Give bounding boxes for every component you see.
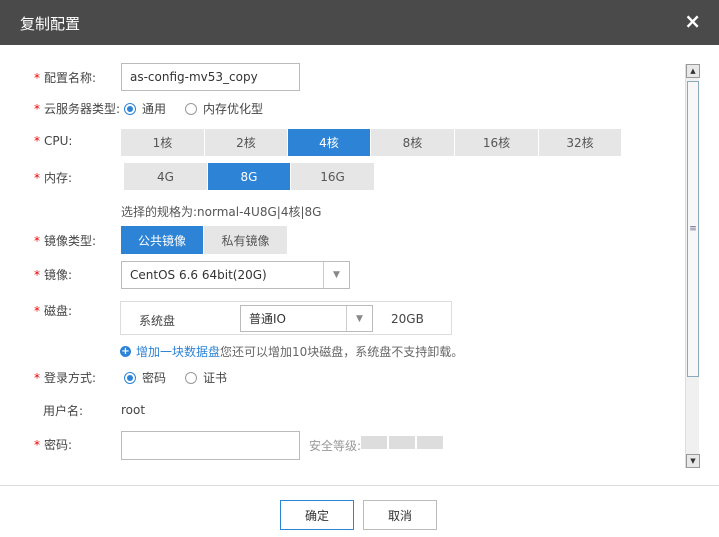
server-type-general-radio[interactable]: 通用	[124, 100, 166, 117]
image-select-value: CentOS 6.6 64bit(20G)	[130, 268, 267, 282]
disk-label: * 磁盘:	[34, 304, 73, 318]
login-password-radio[interactable]: 密码	[124, 369, 166, 386]
login-certificate-radio[interactable]: 证书	[185, 369, 227, 386]
password-input[interactable]	[121, 431, 300, 460]
cpu-option-32[interactable]: 32核	[539, 129, 621, 156]
spec-hint: 选择的规格为:normal-4U8G|4核|8G	[121, 205, 322, 219]
cpu-label: * CPU:	[34, 134, 73, 148]
radio-unselected-icon	[185, 102, 197, 115]
memory-label: * 内存:	[34, 171, 73, 185]
dialog-titlebar: 复制配置 ×	[0, 0, 719, 45]
cpu-option-8[interactable]: 8核	[371, 129, 455, 156]
system-disk-label: 系统盘	[139, 314, 176, 328]
radio-selected-icon	[124, 102, 136, 115]
image-label: * 镜像:	[34, 268, 73, 282]
scrollbar-thumb[interactable]: ≡	[687, 81, 699, 377]
close-icon[interactable]: ×	[684, 10, 701, 32]
plus-circle-icon[interactable]: +	[120, 346, 131, 357]
password-strength-label: 安全等级:	[309, 439, 362, 453]
username-label: 用户名:	[43, 404, 84, 418]
radio-unselected-icon	[185, 371, 197, 384]
system-disk-row: 系统盘 普通IO ▼ 20GB	[120, 301, 452, 335]
chevron-down-icon: ▼	[323, 262, 349, 288]
strength-bar	[361, 436, 387, 449]
cancel-button[interactable]: 取消	[363, 500, 437, 530]
disk-size: 20GB	[391, 312, 424, 326]
dialog-footer: 确定 取消	[0, 485, 719, 537]
cpu-option-2[interactable]: 2核	[205, 129, 288, 156]
login-method-label: * 登录方式:	[34, 371, 97, 385]
add-data-disk-hint: 您还可以增加10块磁盘，系统盘不支持卸载。	[220, 345, 464, 359]
chevron-down-icon: ▼	[346, 306, 372, 331]
dialog-title: 复制配置	[20, 15, 81, 33]
image-type-public[interactable]: 公共镜像	[121, 226, 204, 254]
scroll-down-icon[interactable]: ▼	[686, 454, 700, 468]
password-label: * 密码:	[34, 438, 73, 452]
image-select[interactable]: CentOS 6.6 64bit(20G) ▼	[121, 261, 350, 289]
image-type-label: * 镜像类型:	[34, 234, 97, 248]
disk-type-select[interactable]: 普通IO ▼	[240, 305, 373, 332]
cpu-option-4[interactable]: 4核	[288, 129, 371, 156]
dialog-content: *配置名称: *云服务器类型: 通用 内存优化型 *CPU: 1核 2核 4核 …	[0, 45, 719, 485]
memory-option-16g[interactable]: 16G	[291, 163, 374, 190]
disk-type-value: 普通IO	[249, 312, 286, 326]
scroll-up-icon[interactable]: ▲	[686, 64, 700, 78]
username-value: root	[121, 403, 146, 417]
memory-selector: 4G 8G 16G	[124, 163, 374, 190]
config-name-input[interactable]	[121, 63, 300, 91]
add-data-disk-link[interactable]: 增加一块数据盘	[136, 343, 220, 360]
strength-bar	[389, 436, 415, 449]
server-type-memory-radio[interactable]: 内存优化型	[185, 100, 263, 117]
password-strength-meter	[361, 436, 445, 449]
memory-option-8g[interactable]: 8G	[208, 163, 291, 190]
add-data-disk: + 增加一块数据盘 您还可以增加10块磁盘，系统盘不支持卸载。	[120, 343, 463, 360]
radio-selected-icon	[124, 371, 136, 384]
server-type-label: * 云服务器类型:	[34, 102, 121, 116]
cpu-selector: 1核 2核 4核 8核 16核 32核	[121, 129, 621, 156]
cpu-option-1[interactable]: 1核	[121, 129, 205, 156]
cpu-option-16[interactable]: 16核	[455, 129, 539, 156]
content-scrollbar[interactable]: ▲ ≡ ▼	[685, 64, 700, 468]
config-name-label: * 配置名称:	[34, 71, 97, 85]
image-type-selector: 公共镜像 私有镜像	[121, 226, 287, 254]
image-type-private[interactable]: 私有镜像	[204, 226, 287, 254]
strength-bar	[417, 436, 443, 449]
memory-option-4g[interactable]: 4G	[124, 163, 208, 190]
confirm-button[interactable]: 确定	[280, 500, 354, 530]
